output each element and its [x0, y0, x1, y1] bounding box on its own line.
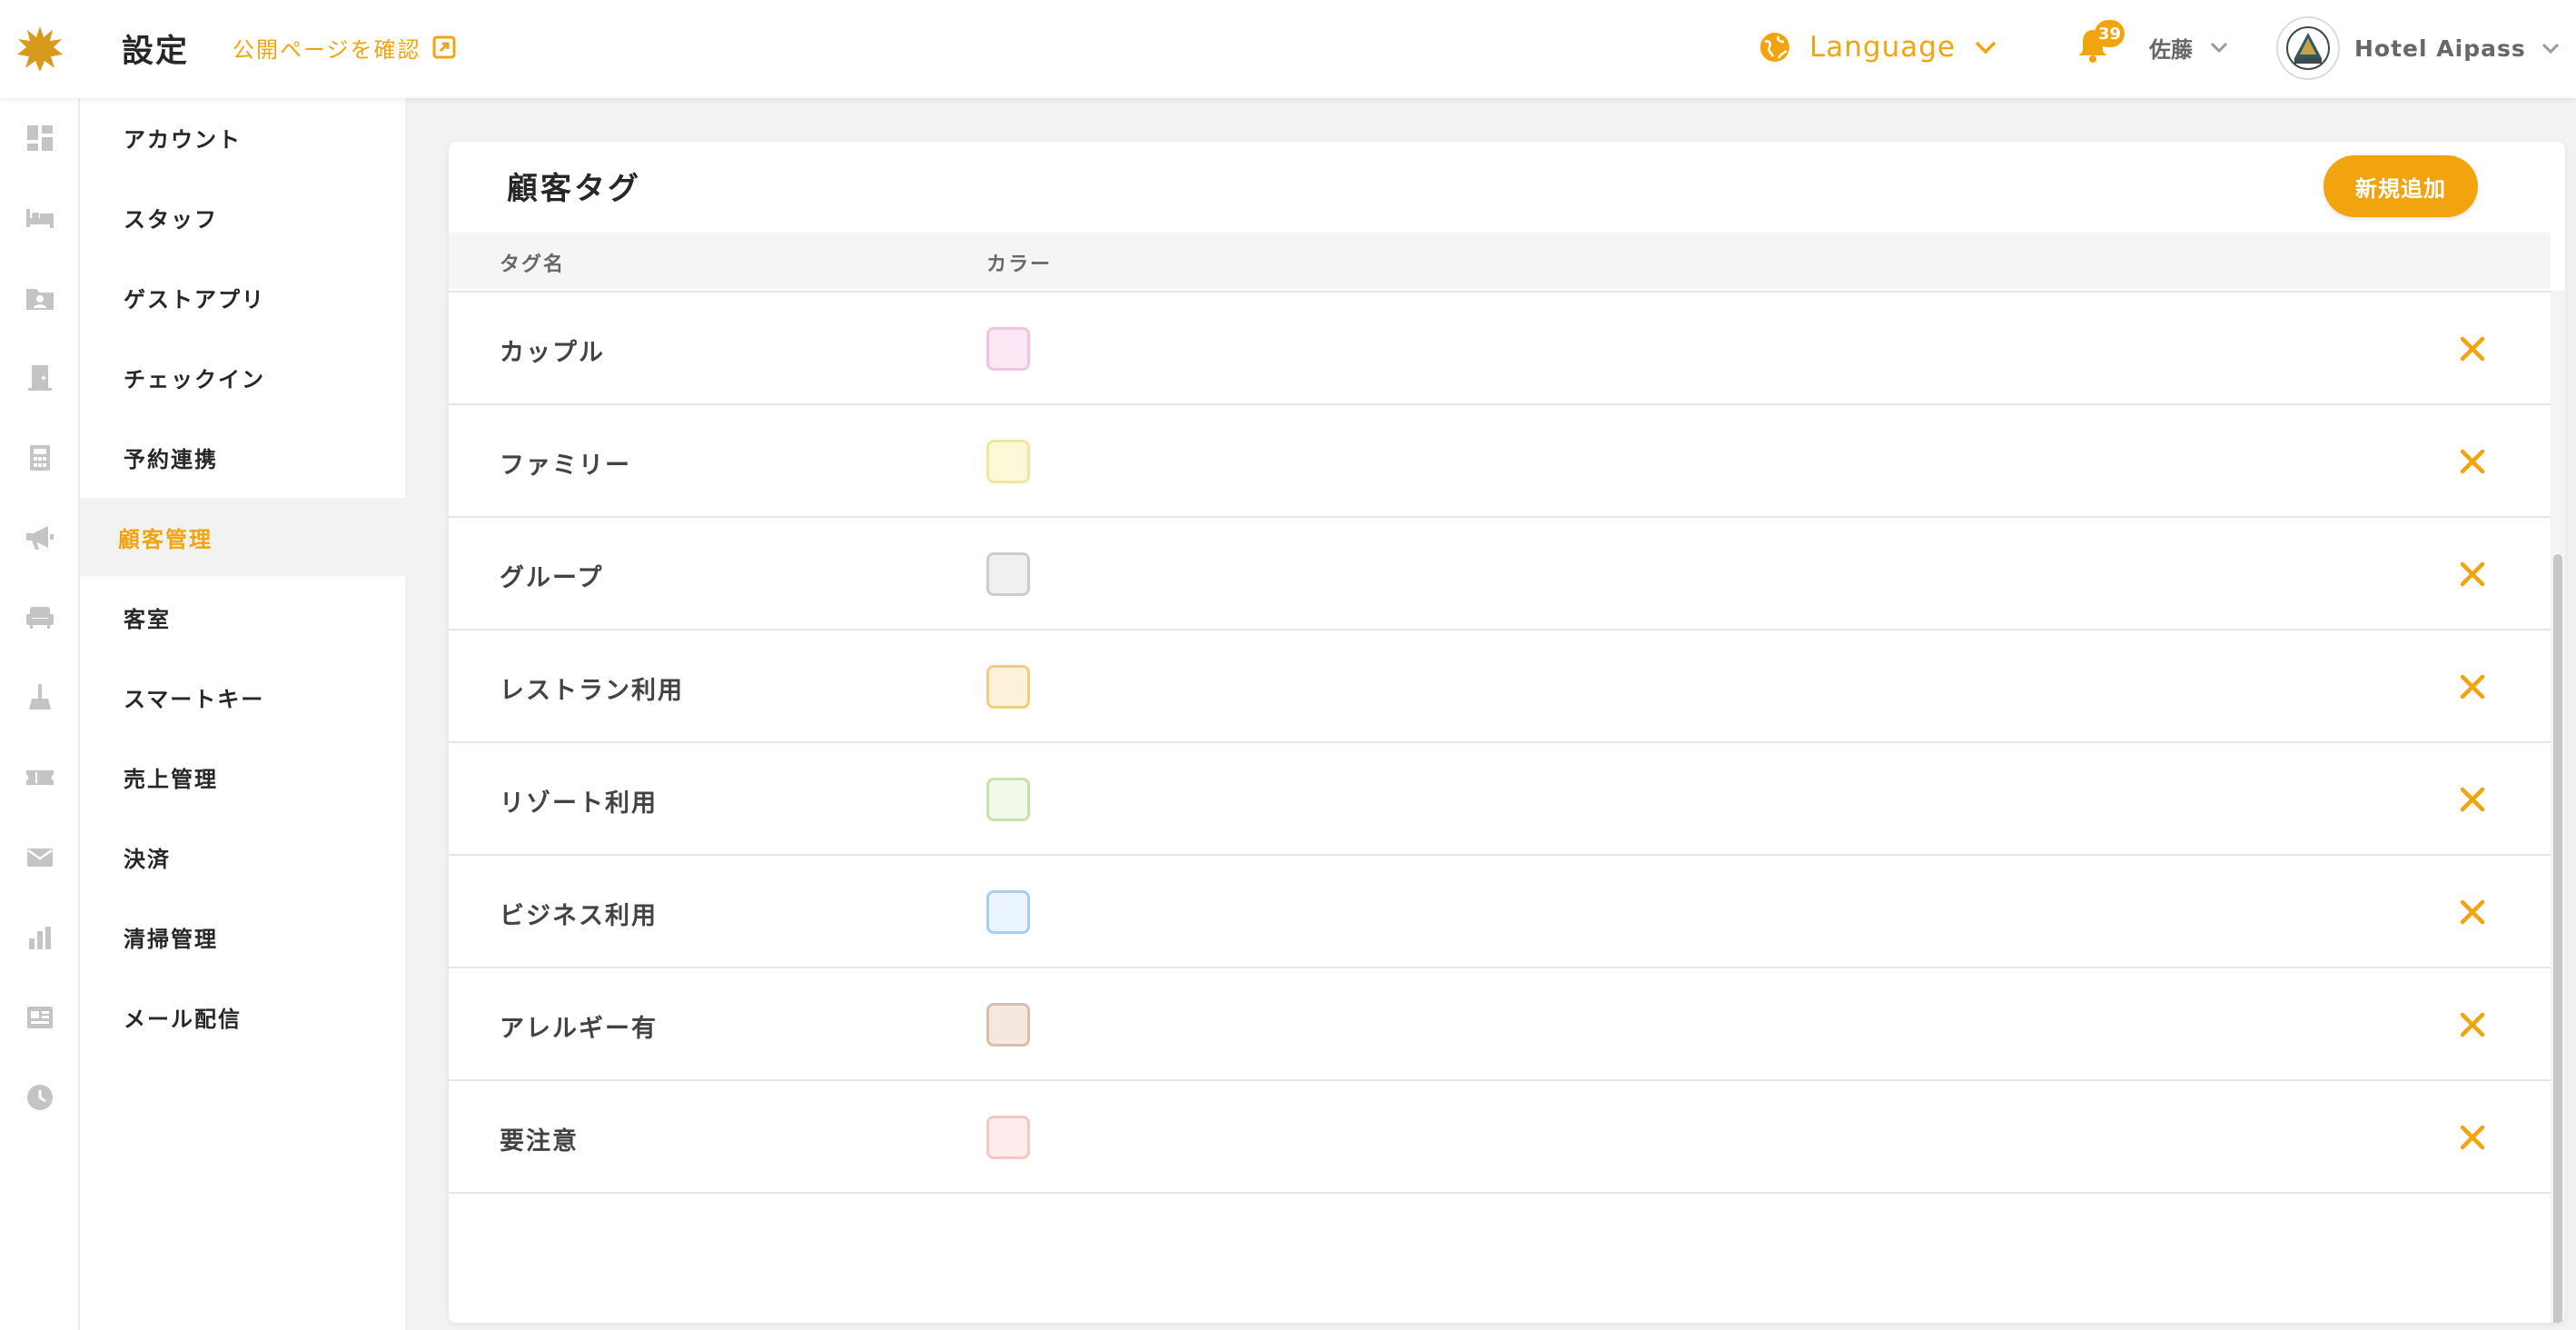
color-swatch[interactable] — [986, 665, 1030, 709]
logo[interactable] — [0, 0, 80, 98]
page-title: 設定 — [122, 34, 190, 70]
chevron-down-icon — [2541, 43, 2559, 55]
sidebar-item-smart-key[interactable]: スマートキー — [80, 658, 405, 736]
hotel-emblem-icon — [2286, 26, 2330, 70]
delete-button[interactable] — [2454, 669, 2491, 705]
sofa-icon[interactable] — [18, 596, 62, 640]
door-icon[interactable] — [18, 356, 62, 400]
card-title: 顧客タグ — [507, 171, 641, 207]
close-icon — [2460, 787, 2485, 812]
scrollbar-thumb[interactable] — [2553, 554, 2562, 1323]
public-page-link-label: 公開ページを確認 — [233, 36, 421, 63]
cleaning-icon[interactable] — [18, 676, 62, 720]
sidebar-item-checkin[interactable]: チェックイン — [80, 338, 405, 416]
chevron-down-icon — [1975, 41, 1996, 55]
table-row: カップル — [449, 293, 2551, 405]
hotel-name: Hotel Aipass — [2354, 35, 2526, 62]
news-icon[interactable] — [18, 996, 62, 1039]
color-swatch[interactable] — [986, 440, 1030, 483]
color-swatch[interactable] — [986, 1003, 1030, 1047]
calculator-icon[interactable] — [18, 436, 62, 480]
close-icon — [2460, 449, 2485, 474]
color-swatch[interactable] — [986, 890, 1030, 934]
sidebar-item-customer-management[interactable]: 顧客管理 — [80, 498, 405, 576]
add-tag-button[interactable]: 新規追加 — [2323, 155, 2478, 217]
color-swatch[interactable] — [986, 1116, 1030, 1159]
tag-name: レストラン利用 — [500, 677, 684, 705]
guest-folder-icon[interactable] — [18, 276, 62, 320]
delete-button[interactable] — [2454, 331, 2491, 367]
sidebar-item-account[interactable]: アカウント — [80, 98, 405, 176]
table-row: レストラン利用 — [449, 630, 2551, 743]
sidebar-item-guest-app[interactable]: ゲストアプリ — [80, 258, 405, 336]
vertical-scrollbar[interactable] — [2551, 291, 2565, 1323]
column-header-color: カラー — [986, 253, 1053, 276]
delete-button[interactable] — [2454, 1007, 2491, 1043]
clock-icon[interactable] — [18, 1076, 62, 1119]
sidebar-item-staff[interactable]: スタッフ — [80, 178, 405, 256]
public-page-link[interactable]: 公開ページを確認 — [233, 33, 456, 63]
table-row: ファミリー — [449, 405, 2551, 518]
sidebar-item-payment[interactable]: 決済 — [80, 818, 405, 896]
notification-badge: 39 — [2095, 20, 2125, 47]
close-icon — [2460, 1012, 2485, 1037]
table-row: アレルギー有 — [449, 968, 2551, 1081]
table-row: リゾート利用 — [449, 743, 2551, 856]
tag-name: アレルギー有 — [500, 1015, 658, 1043]
language-selector[interactable]: Language — [1759, 27, 1997, 67]
close-icon — [2460, 1125, 2485, 1150]
tag-name: リゾート利用 — [500, 789, 658, 818]
tag-name: 要注意 — [500, 1127, 579, 1156]
tag-name: ファミリー — [500, 452, 631, 480]
delete-button[interactable] — [2454, 556, 2491, 592]
bed-icon[interactable] — [18, 196, 62, 240]
column-header-tag-name: タグ名 — [500, 253, 566, 276]
table-header: タグ名 カラー — [449, 233, 2551, 289]
close-icon — [2460, 561, 2485, 587]
table-row: ビジネス利用 — [449, 856, 2551, 968]
mail-icon[interactable] — [18, 836, 62, 879]
megaphone-icon[interactable] — [18, 516, 62, 560]
user-name: 佐藤 — [2149, 36, 2193, 63]
table-row: グループ — [449, 518, 2551, 630]
delete-button[interactable] — [2454, 443, 2491, 480]
dashboard-icon[interactable] — [18, 116, 62, 160]
close-icon — [2460, 336, 2485, 362]
delete-button[interactable] — [2454, 781, 2491, 818]
tag-table-body: カップル ファミリー グループ レストラン利用 リゾート利用 ビジネス利用 アレ… — [449, 291, 2551, 1199]
close-icon — [2460, 674, 2485, 700]
color-swatch[interactable] — [986, 778, 1030, 821]
external-link-icon — [432, 35, 456, 59]
chevron-down-icon — [2210, 42, 2228, 54]
sidebar-item-rooms[interactable]: 客室 — [80, 578, 405, 656]
icon-rail — [0, 98, 80, 1330]
globe-icon — [1760, 33, 1789, 62]
color-swatch[interactable] — [986, 552, 1030, 596]
sidebar-item-reservation-sync[interactable]: 予約連携 — [80, 418, 405, 496]
ticket-icon[interactable] — [18, 756, 62, 799]
sidebar-item-sales[interactable]: 売上管理 — [80, 738, 405, 816]
tag-name: カップル — [500, 339, 605, 367]
tag-name: グループ — [500, 564, 604, 592]
user-menu[interactable]: 佐藤 — [2149, 31, 2229, 64]
top-header: 設定 公開ページを確認 Language 39 佐藤 Hotel Aipass — [0, 0, 2576, 98]
table-row: 要注意 — [449, 1081, 2551, 1194]
notification-button[interactable]: 39 — [2076, 20, 2125, 67]
customer-tags-card: 顧客タグ 新規追加 タグ名 カラー カップル ファミリー グループ レストラン利… — [449, 142, 2565, 1323]
language-label: Language — [1809, 31, 1956, 64]
close-icon — [2460, 899, 2485, 925]
sun-logo-icon — [17, 26, 63, 72]
settings-sidebar: アカウント スタッフ ゲストアプリ チェックイン 予約連携 顧客管理 客室 スマ… — [80, 98, 405, 1330]
color-swatch[interactable] — [986, 327, 1030, 371]
sidebar-item-cleaning[interactable]: 清掃管理 — [80, 898, 405, 976]
bar-chart-icon[interactable] — [18, 916, 62, 959]
delete-button[interactable] — [2454, 1119, 2491, 1156]
delete-button[interactable] — [2454, 894, 2491, 930]
sidebar-item-mail-delivery[interactable]: メール配信 — [80, 978, 405, 1056]
hotel-menu[interactable]: Hotel Aipass — [2276, 16, 2561, 80]
tag-name: ビジネス利用 — [500, 902, 658, 930]
hotel-avatar — [2276, 16, 2340, 80]
